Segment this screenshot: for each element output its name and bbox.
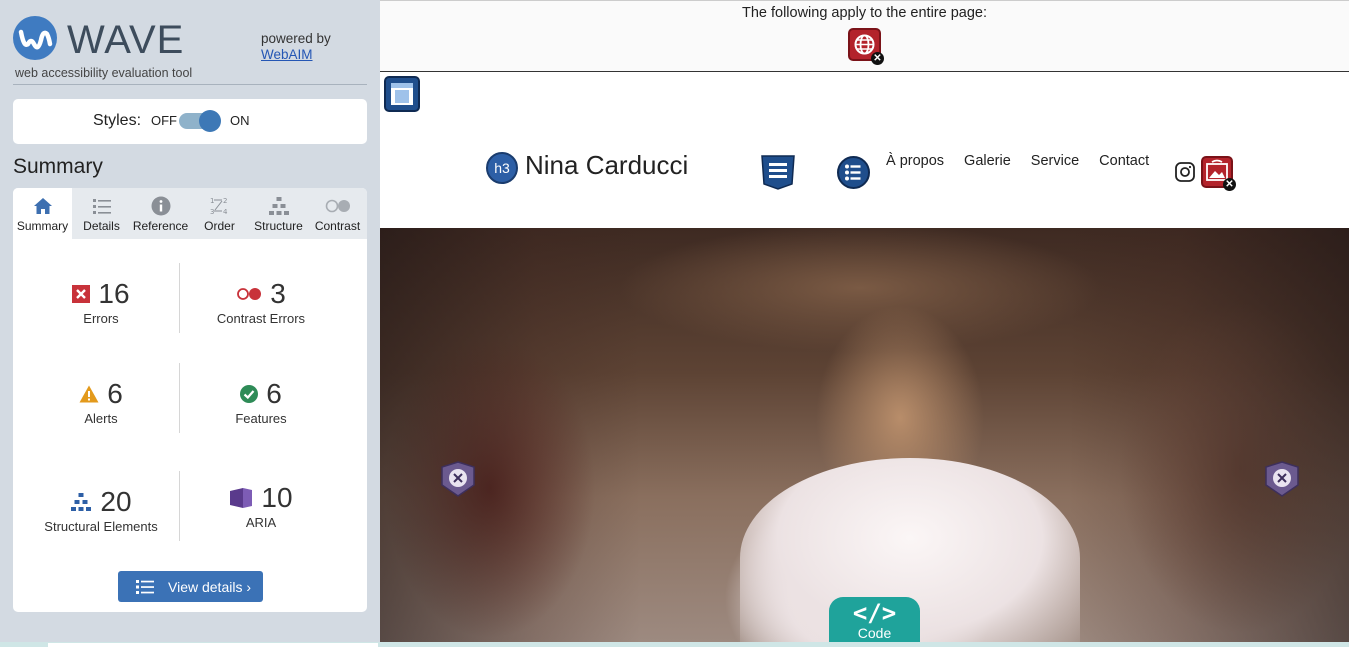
- hero-image-shade: [380, 228, 640, 642]
- divider: [13, 84, 367, 85]
- aria-count: 10: [261, 482, 293, 513]
- tab-label: Details: [83, 219, 120, 233]
- list-icon: [845, 164, 861, 181]
- tab-label: Structure: [254, 219, 303, 233]
- webaim-link[interactable]: WebAIM: [261, 47, 313, 62]
- header-region-icon[interactable]: [384, 76, 420, 112]
- site-header: h3 Nina Carducci À propos Galerie Servic…: [380, 72, 1349, 228]
- divider: [179, 363, 180, 433]
- styles-on-label: ON: [230, 113, 250, 128]
- contrast-errors-count: 3: [270, 278, 286, 309]
- styles-toggle-box: Styles: OFF ON: [13, 99, 367, 144]
- code-label: Code: [857, 625, 892, 641]
- features-label: Features: [235, 411, 287, 426]
- evaluated-page: The following apply to the entire page: …: [380, 0, 1349, 642]
- svg-text:2: 2: [223, 197, 227, 205]
- styles-label: Styles:: [93, 112, 142, 129]
- aria-stat[interactable]: 10 ARIA: [181, 481, 341, 530]
- bottom-input-field: [48, 643, 378, 647]
- alerts-label: Alerts: [84, 411, 118, 426]
- aria-icon: [230, 488, 253, 508]
- contrast-errors-label: Contrast Errors: [216, 311, 306, 326]
- errors-count: 16: [98, 278, 130, 309]
- tab-bar: Summary Details Reference 1 2 3 4 Order Str…: [13, 188, 367, 239]
- svg-text:1: 1: [210, 197, 214, 205]
- header-icon: [391, 83, 413, 105]
- errors-stat[interactable]: 16 Errors: [21, 277, 181, 326]
- hero-image: [380, 228, 1349, 642]
- list-icon: [72, 196, 131, 216]
- powered-by: powered by WebAIM: [261, 31, 331, 63]
- structure-icon: [249, 196, 308, 216]
- navigation-region-icon[interactable]: [760, 154, 796, 190]
- site-title[interactable]: Nina Carducci: [525, 150, 688, 181]
- styles-toggle-knob[interactable]: [199, 110, 221, 132]
- wave-logo-icon: [13, 16, 57, 60]
- error-icon: [72, 285, 91, 303]
- list-icon: [136, 579, 154, 594]
- wave-logo-title: WAVE: [67, 18, 185, 62]
- structural-elements-stat[interactable]: 20 Structural Elements: [21, 485, 181, 534]
- feature-icon: [240, 385, 259, 403]
- structural-elements-count: 20: [100, 486, 132, 517]
- divider: [179, 263, 180, 333]
- instagram-icon[interactable]: [1175, 162, 1195, 182]
- close-icon: ✕: [871, 52, 884, 65]
- code-icon: </>: [852, 599, 897, 627]
- contrast-errors-stat[interactable]: 3 Contrast Errors: [181, 277, 341, 326]
- home-icon: [13, 196, 72, 216]
- hero-image-shade: [1069, 228, 1349, 642]
- contrast-icon: [308, 196, 367, 216]
- alerts-stat[interactable]: 6 Alerts: [21, 377, 181, 426]
- features-stat[interactable]: 6 Features: [181, 377, 341, 426]
- errors-label: Errors: [83, 311, 119, 326]
- tab-label: Contrast: [314, 219, 361, 233]
- tab-reference[interactable]: Reference: [131, 188, 190, 239]
- nav-link-a-propos[interactable]: À propos: [886, 153, 944, 169]
- nav-shield-icon: [761, 155, 795, 190]
- tab-order[interactable]: 1 2 3 4 Order: [190, 188, 249, 239]
- summary-panel: Summary Details Reference 1 2 3 4 Order Str…: [13, 188, 367, 612]
- alert-icon: [79, 385, 99, 403]
- tab-details[interactable]: Details: [72, 188, 131, 239]
- wave-logo-subtitle: web accessibility evaluation tool: [15, 66, 193, 80]
- unordered-list-icon[interactable]: [837, 156, 870, 189]
- styles-off-label: OFF: [151, 113, 177, 128]
- tab-structure[interactable]: Structure: [249, 188, 308, 239]
- aria-label: ARIA: [245, 515, 277, 530]
- nav-link-service[interactable]: Service: [1031, 153, 1079, 169]
- summary-heading: Summary: [13, 155, 103, 178]
- carousel-control-alert-icon[interactable]: [440, 461, 476, 497]
- features-count: 6: [266, 378, 282, 409]
- structure-icon: [71, 493, 92, 511]
- carousel-control-alert-icon[interactable]: [1264, 461, 1300, 497]
- nav-link-galerie[interactable]: Galerie: [964, 153, 1011, 169]
- tab-summary[interactable]: Summary: [13, 188, 72, 239]
- tab-label: Summary: [16, 219, 69, 233]
- info-icon: [131, 196, 190, 216]
- powered-by-text: powered by: [261, 31, 331, 46]
- site-nav: À propos Galerie Service Contact: [886, 153, 1149, 169]
- view-details-label: View details ›: [168, 578, 252, 595]
- divider: [179, 471, 180, 541]
- svg-text:4: 4: [223, 208, 228, 216]
- page-level-text: The following apply to the entire page:: [741, 5, 988, 21]
- page-level-icons-bar: The following apply to the entire page: …: [380, 0, 1349, 72]
- alerts-count: 6: [107, 378, 123, 409]
- tab-label: Order: [204, 219, 235, 233]
- styles-toggle-switch[interactable]: [179, 110, 221, 132]
- code-toggle-button[interactable]: </> Code: [829, 597, 920, 647]
- close-icon: ✕: [1223, 178, 1236, 191]
- order-icon: 1 2 3 4: [190, 196, 249, 216]
- heading-h3-icon[interactable]: h3: [486, 152, 518, 184]
- tab-contrast[interactable]: Contrast: [308, 188, 367, 239]
- wave-sidebar: WAVE web accessibility evaluation tool p…: [0, 0, 380, 647]
- contrast-error-icon: [237, 288, 262, 300]
- view-details-button[interactable]: View details ›: [118, 571, 263, 602]
- tab-label: Reference: [132, 219, 189, 233]
- svg-text:3: 3: [210, 208, 214, 216]
- structural-elements-label: Structural Elements: [44, 519, 158, 534]
- nav-link-contact[interactable]: Contact: [1099, 153, 1149, 169]
